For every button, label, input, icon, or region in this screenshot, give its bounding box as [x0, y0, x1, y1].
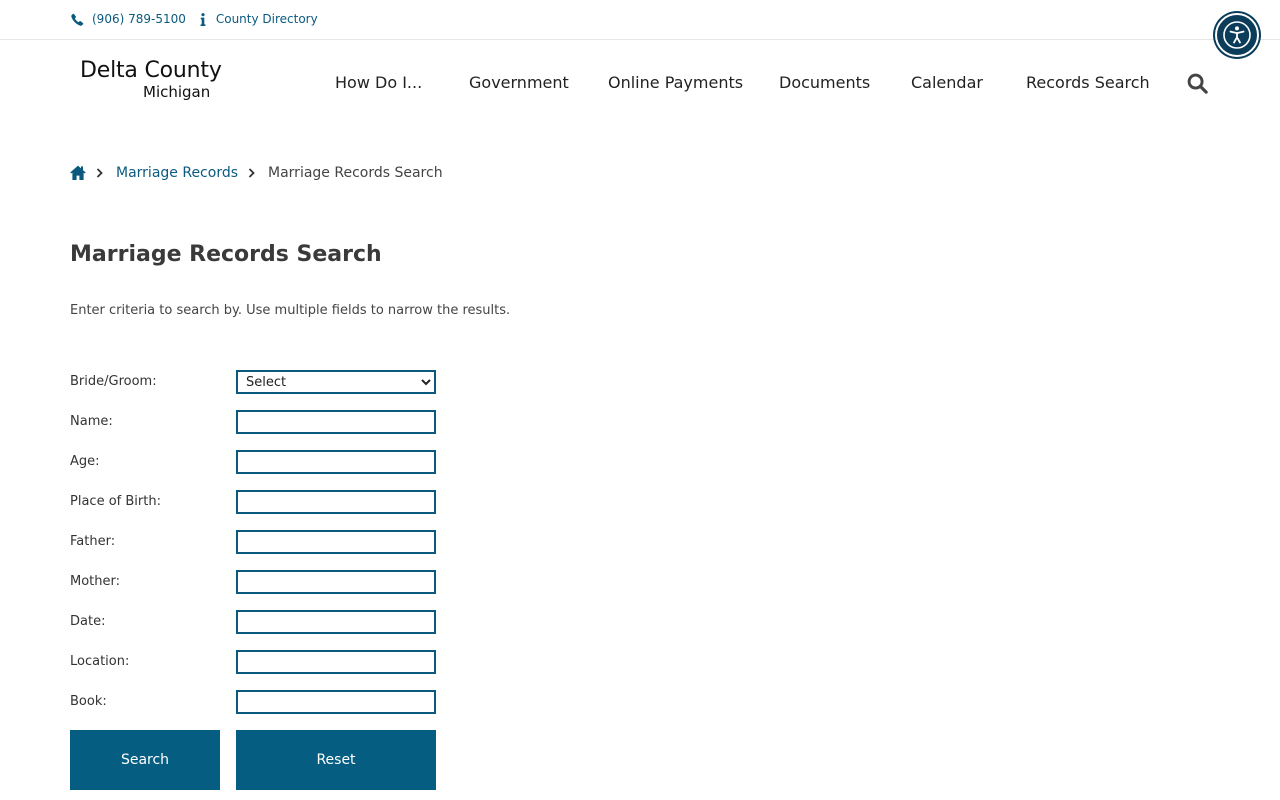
breadcrumb-current: Marriage Records Search: [268, 165, 443, 181]
accessibility-button[interactable]: [1215, 13, 1259, 57]
form-row-age: Age:: [70, 450, 440, 474]
form-row-book: Book:: [70, 690, 440, 714]
age-label: Age:: [70, 454, 100, 469]
utility-bar: (906) 789-5100 County Directory: [0, 0, 1280, 40]
chevron-right-icon: [248, 168, 256, 178]
breadcrumb: Marriage Records Marriage Records Search: [70, 164, 443, 182]
mother-input[interactable]: [236, 570, 436, 594]
date-input[interactable]: [236, 610, 436, 634]
bride-groom-label: Bride/Groom:: [70, 374, 157, 389]
date-label: Date:: [70, 614, 106, 629]
name-label: Name:: [70, 414, 113, 429]
contact-links: (906) 789-5100 County Directory: [70, 11, 318, 27]
county-directory-link[interactable]: County Directory: [216, 12, 318, 26]
nav-online-payments[interactable]: Online Payments: [608, 73, 743, 92]
reset-button[interactable]: Reset: [236, 730, 436, 790]
page-title: Marriage Records Search: [70, 242, 382, 267]
form-row-place-of-birth: Place of Birth:: [70, 490, 440, 514]
form-row-bride-groom: Bride/Groom: Select: [70, 370, 440, 394]
father-label: Father:: [70, 534, 116, 549]
chevron-right-icon: [96, 168, 104, 178]
breadcrumb-marriage-records[interactable]: Marriage Records: [116, 165, 238, 181]
location-label: Location:: [70, 654, 130, 669]
form-row-name: Name:: [70, 410, 440, 434]
site-search-button[interactable]: [1186, 72, 1210, 96]
nav-calendar[interactable]: Calendar: [911, 73, 983, 92]
form-row-date: Date:: [70, 610, 440, 634]
place-of-birth-input[interactable]: [236, 490, 436, 514]
name-input[interactable]: [236, 410, 436, 434]
father-input[interactable]: [236, 530, 436, 554]
home-icon[interactable]: [70, 165, 86, 181]
accessibility-icon: [1222, 20, 1252, 50]
nav-documents[interactable]: Documents: [779, 73, 870, 92]
bride-groom-select[interactable]: Select: [236, 370, 436, 394]
site-logo[interactable]: Delta County Michigan: [80, 58, 230, 104]
form-row-location: Location:: [70, 650, 440, 674]
location-input[interactable]: [236, 650, 436, 674]
search-button[interactable]: Search: [70, 730, 220, 790]
nav-how-do-i[interactable]: How Do I...: [335, 73, 422, 92]
info-icon: [196, 11, 210, 27]
mother-label: Mother:: [70, 574, 121, 589]
nav-records-search[interactable]: Records Search: [1026, 73, 1150, 92]
phone-icon: [70, 11, 84, 27]
age-input[interactable]: [236, 450, 436, 474]
book-label: Book:: [70, 694, 107, 709]
logo-line-1: Delta County: [80, 58, 222, 83]
phone-link[interactable]: (906) 789-5100: [92, 12, 186, 26]
form-row-mother: Mother:: [70, 570, 440, 594]
search-icon: [1186, 72, 1210, 95]
logo-line-2: Michigan: [143, 83, 211, 101]
nav-government[interactable]: Government: [469, 73, 569, 92]
place-of-birth-label: Place of Birth:: [70, 494, 161, 509]
form-row-father: Father:: [70, 530, 440, 554]
intro-text: Enter criteria to search by. Use multipl…: [70, 303, 511, 318]
book-input[interactable]: [236, 690, 436, 714]
